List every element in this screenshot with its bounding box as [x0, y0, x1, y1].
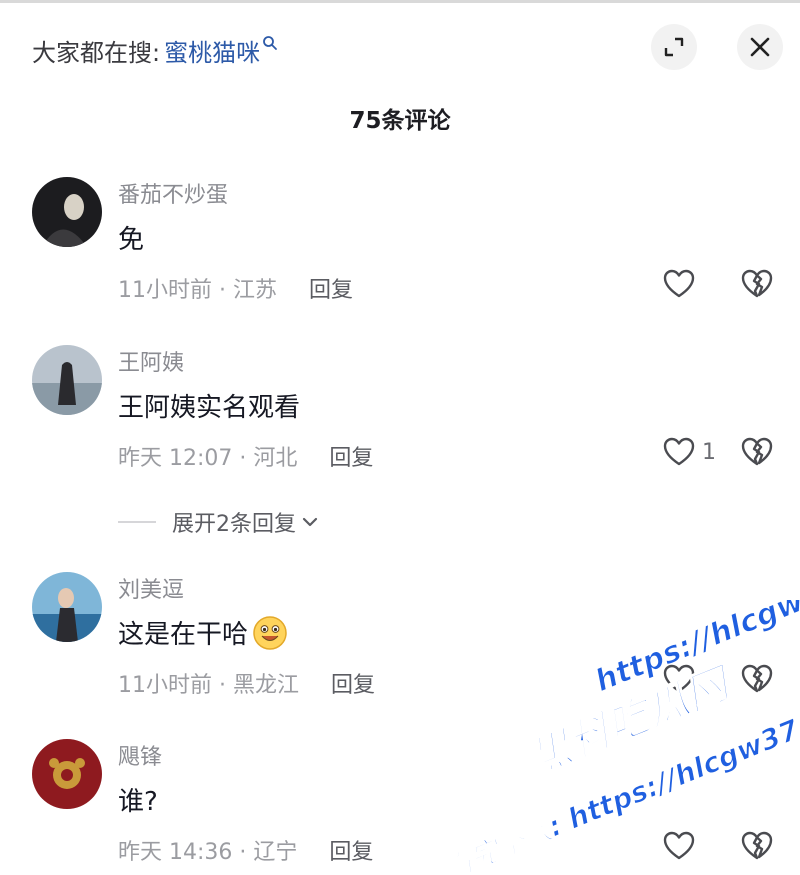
broken-heart-icon[interactable]	[740, 662, 774, 696]
heart-icon	[663, 437, 695, 466]
expand-replies-button[interactable]: 展开2条回复	[118, 508, 320, 537]
user-name[interactable]: 刘美逗	[118, 572, 184, 604]
comment-time-location: 昨天 12:07 · 河北	[118, 446, 298, 471]
comment-text-content: 王阿姨实名观看	[118, 393, 301, 423]
trending-search-term[interactable]: 蜜桃猫咪	[164, 33, 260, 68]
like-button[interactable]: 1	[662, 435, 716, 469]
search-icon	[263, 36, 277, 50]
close-icon	[750, 37, 770, 57]
avatar[interactable]	[32, 739, 102, 809]
smile-emoji-icon	[253, 615, 287, 650]
comment-text-content: 谁?	[118, 787, 158, 817]
reply-button[interactable]: 回复	[331, 667, 375, 699]
broken-heart-icon[interactable]	[740, 267, 774, 301]
comment-time-location: 昨天 14:36 · 辽宁	[118, 840, 298, 865]
heart-icon	[663, 831, 695, 860]
comment-text: 这是在干哈	[118, 614, 288, 651]
chevron-down-icon	[302, 517, 318, 527]
reply-button[interactable]: 回复	[329, 834, 373, 866]
comment-text-content: 这是在干哈	[118, 620, 249, 650]
comment-text: 谁?	[118, 781, 158, 818]
heart-icon	[663, 269, 695, 298]
trending-search-bar[interactable]: 大家都在搜: 蜜桃猫咪	[32, 30, 278, 70]
like-button[interactable]	[662, 829, 702, 863]
expand-replies-label: 展开2条回复	[172, 512, 296, 537]
user-name[interactable]: 飓锋	[118, 739, 162, 771]
like-count: 1	[702, 439, 716, 465]
comment-text: 免	[118, 219, 144, 256]
comment-count-title: 75条评论	[349, 108, 451, 134]
comment-time-location: 11小时前 · 江苏	[118, 278, 277, 303]
user-name[interactable]: 王阿姨	[118, 345, 184, 377]
comment-text-content: 免	[118, 225, 145, 255]
reply-button[interactable]: 回复	[309, 272, 353, 304]
comment-meta: 昨天 14:36 · 辽宁 回复	[118, 834, 373, 866]
expand-icon	[664, 37, 684, 57]
comment-item: 飓锋 谁? 昨天 14:36 · 辽宁 回复	[0, 739, 800, 875]
broken-heart-icon[interactable]	[740, 435, 774, 469]
comment-item: 王阿姨 王阿姨实名观看 昨天 12:07 · 河北 回复 1	[0, 345, 800, 485]
divider	[118, 521, 156, 523]
comment-meta: 昨天 12:07 · 河北 回复	[118, 440, 373, 472]
comment-text: 王阿姨实名观看	[118, 387, 300, 424]
comment-item: 刘美逗 这是在干哈 11小时前 · 黑龙江 回复	[0, 572, 800, 712]
heart-icon	[663, 664, 695, 693]
comment-time-location: 11小时前 · 黑龙江	[118, 673, 299, 698]
close-button[interactable]	[737, 24, 783, 70]
broken-heart-icon[interactable]	[740, 829, 774, 863]
trending-search-label: 大家都在搜:	[32, 38, 161, 67]
expand-button[interactable]	[651, 24, 697, 70]
like-button[interactable]	[662, 267, 702, 301]
avatar[interactable]	[32, 572, 102, 642]
avatar[interactable]	[32, 177, 102, 247]
user-name[interactable]: 番茄不炒蛋	[118, 177, 228, 209]
comment-meta: 11小时前 · 黑龙江 回复	[118, 667, 375, 699]
reply-button[interactable]: 回复	[329, 440, 373, 472]
avatar[interactable]	[32, 345, 102, 415]
comment-item: 番茄不炒蛋 免 11小时前 · 江苏 回复	[0, 177, 800, 317]
like-button[interactable]	[662, 662, 702, 696]
top-divider	[0, 0, 800, 3]
comment-meta: 11小时前 · 江苏 回复	[118, 272, 353, 304]
